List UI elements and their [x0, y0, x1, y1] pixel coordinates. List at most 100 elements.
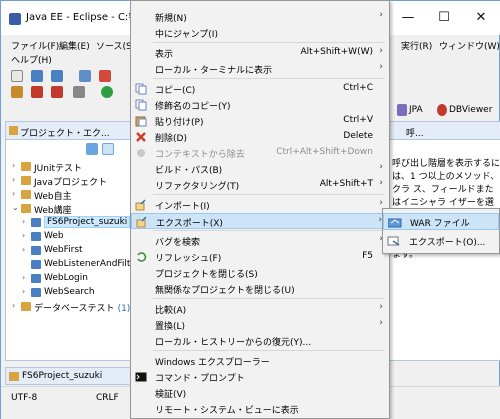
call-hierarchy-title: 呼...: [406, 129, 424, 139]
menu-separator: [153, 350, 385, 351]
context-menu-item[interactable]: 置換(L) ›: [131, 317, 389, 333]
context-menu-item[interactable]: Windows エクスプローラー: [131, 353, 389, 369]
export-icon: [136, 216, 148, 228]
menu-separator: [153, 230, 385, 231]
context-menu-item[interactable]: 削除(D) Delete: [131, 129, 389, 145]
tree-item-label: Web講座: [34, 203, 72, 216]
collapse-all-icon[interactable]: [86, 143, 98, 155]
export-wizard-item[interactable]: エクスポート(O)...: [383, 233, 499, 250]
context-menu-item: コンテキストから除去 Ctrl+Alt+Shift+Down: [131, 145, 389, 161]
project-explorer: プロジェクト・エク... › JUnitテスト › Javaプロジェクト › Web自主 ⌄…: [5, 121, 136, 361]
menu-item-label: 比較(A): [155, 306, 187, 316]
menu-item-label: バグを検索: [155, 238, 201, 248]
context-menu: 新規(N) › 中にジャンプ(I) 表示 Alt+Shift+W(W) › ローカル・ターミ…: [130, 0, 390, 419]
menu-item-shortcut: Delete: [343, 131, 373, 141]
menu-separator: [153, 78, 385, 79]
collapsed-chevron-icon[interactable]: ›: [22, 231, 30, 240]
collapsed-chevron-icon[interactable]: ›: [22, 217, 30, 226]
project-folder-icon: [31, 218, 41, 227]
context-menu-item[interactable]: バグを検索›: [131, 233, 389, 249]
perspective-jpa[interactable]: JPA: [409, 105, 423, 115]
menu-item-shortcut: Ctrl+V: [343, 115, 373, 125]
menu-item-label: ローカル・ヒストリーからの復元(Y)...: [155, 338, 312, 348]
menu-edit[interactable]: 編集(E): [59, 39, 90, 52]
call-hierarchy-tab[interactable]: 呼...: [390, 122, 500, 140]
collapsed-chevron-icon[interactable]: ›: [22, 287, 30, 296]
menu-item-label: リフレッシュ(F): [155, 254, 222, 264]
menu-item-shortcut: Ctrl+C: [343, 83, 373, 93]
submenu-arrow-icon: ›: [379, 162, 383, 172]
maximize-button[interactable]: ☐: [429, 10, 459, 28]
menu-file[interactable]: ファイル(F): [11, 39, 59, 52]
project-folder-icon: [21, 162, 31, 171]
perspective-dbviewer[interactable]: DBViewer: [449, 105, 492, 115]
context-menu-item[interactable]: ローカル・ターミナルに表示 ›: [131, 61, 389, 77]
gear-icon[interactable]: [73, 86, 85, 98]
dbviewer-icon: [437, 104, 447, 116]
war-file-icon: [387, 216, 402, 228]
export-submenu: WAR ファイル エクスポート(O)...: [382, 208, 500, 254]
context-menu-item[interactable]: 中にジャンプ(I): [131, 25, 389, 41]
context-menu-item[interactable]: リファクタリング(T) Alt+Shift+T ›: [131, 177, 389, 193]
context-menu-item[interactable]: 新規(N) ›: [131, 9, 389, 25]
menu-separator: [153, 298, 385, 299]
tree-item-count: (1): [117, 304, 131, 314]
menu-item-label: 貼り付け(P): [155, 118, 204, 128]
menu-window[interactable]: ウィンドウ(W): [439, 39, 500, 52]
submenu-arrow-icon: ›: [379, 46, 383, 56]
menu-item-label: Windows エクスプローラー: [155, 358, 270, 368]
minimize-button[interactable]: —: [393, 10, 423, 28]
collapsed-chevron-icon[interactable]: ›: [12, 161, 20, 170]
tools-icon[interactable]: [51, 86, 63, 98]
context-menu-item[interactable]: 修飾名のコピー(Y): [131, 97, 389, 113]
context-menu-item[interactable]: 貼り付け(P) Ctrl+V: [131, 113, 389, 129]
context-menu-item[interactable]: リフレッシュ(F) F5: [131, 249, 389, 265]
context-menu-item[interactable]: リモート・システム・ビューに表示: [131, 401, 389, 417]
collapsed-chevron-icon[interactable]: ›: [12, 189, 20, 198]
terminal-icon: [135, 371, 147, 383]
project-folder-icon: [21, 190, 31, 199]
copy-icon: [135, 83, 147, 95]
collapsed-chevron-icon[interactable]: ›: [22, 245, 30, 254]
status-line-endings: CRLF: [96, 393, 119, 403]
collapsed-chevron-icon[interactable]: ›: [12, 175, 20, 184]
tree-item-label: データベーステスト (1): [34, 301, 130, 314]
expanded-chevron-icon[interactable]: ⌄: [12, 203, 20, 212]
perspective-bar: JPA DBViewer: [391, 101, 500, 121]
tree-item-label: Web自主: [34, 189, 72, 202]
context-menu-item[interactable]: ローカル・ヒストリーからの復元(Y)...: [131, 333, 389, 349]
menu-item-label: リファクタリング(T): [155, 182, 240, 192]
bug-icon[interactable]: [31, 86, 43, 98]
context-menu-item[interactable]: コピー(C) Ctrl+C: [131, 81, 389, 97]
submenu-arrow-icon: ›: [379, 198, 383, 208]
build-icon[interactable]: [11, 86, 23, 98]
collapsed-chevron-icon[interactable]: ›: [12, 301, 20, 310]
menu-item-shortcut: F5: [362, 251, 373, 261]
project-icon: [9, 372, 19, 381]
menu-run[interactable]: 実行(R): [401, 39, 432, 52]
context-menu-item[interactable]: 検証(V): [131, 385, 389, 401]
bottom-editor-tab[interactable]: FS6Project_suzuki: [5, 367, 135, 385]
context-menu-item[interactable]: ビルド・パス(B) ›: [131, 161, 389, 177]
explorer-icon: [9, 126, 18, 135]
link-editor-icon[interactable]: [102, 143, 114, 155]
tree-item-text: JUnitテスト: [34, 164, 82, 174]
explorer-toolbar: [6, 140, 136, 156]
menu-item-shortcut: Alt+Shift+W(W): [300, 47, 373, 57]
context-menu-item[interactable]: コマンド・プロンプト: [131, 369, 389, 385]
export-war-file-item[interactable]: WAR ファイル: [383, 213, 499, 230]
close-button[interactable]: ✕: [466, 10, 496, 28]
context-menu-item[interactable]: エクスポート(X) ›: [131, 213, 389, 229]
run-icon[interactable]: [101, 86, 113, 98]
context-menu-item[interactable]: プロジェクトを閉じる(S): [131, 265, 389, 281]
submenu-arrow-icon: ›: [379, 318, 383, 328]
menu-item-label: リモート・システム・ビューに表示: [155, 406, 299, 416]
explorer-tab[interactable]: プロジェクト・エク...: [6, 122, 136, 140]
context-menu-item[interactable]: 比較(A) ›: [131, 301, 389, 317]
collapsed-chevron-icon[interactable]: ›: [22, 273, 30, 282]
tree-item-label: WebSearch: [44, 287, 95, 297]
context-menu-item[interactable]: 表示 Alt+Shift+W(W) ›: [131, 45, 389, 61]
context-menu-item[interactable]: インポート(I) ›: [131, 197, 389, 213]
tree-item-label: WebListenerAndFilt: [44, 259, 130, 269]
context-menu-item[interactable]: 無関係なプロジェクトを閉じる(U): [131, 281, 389, 297]
